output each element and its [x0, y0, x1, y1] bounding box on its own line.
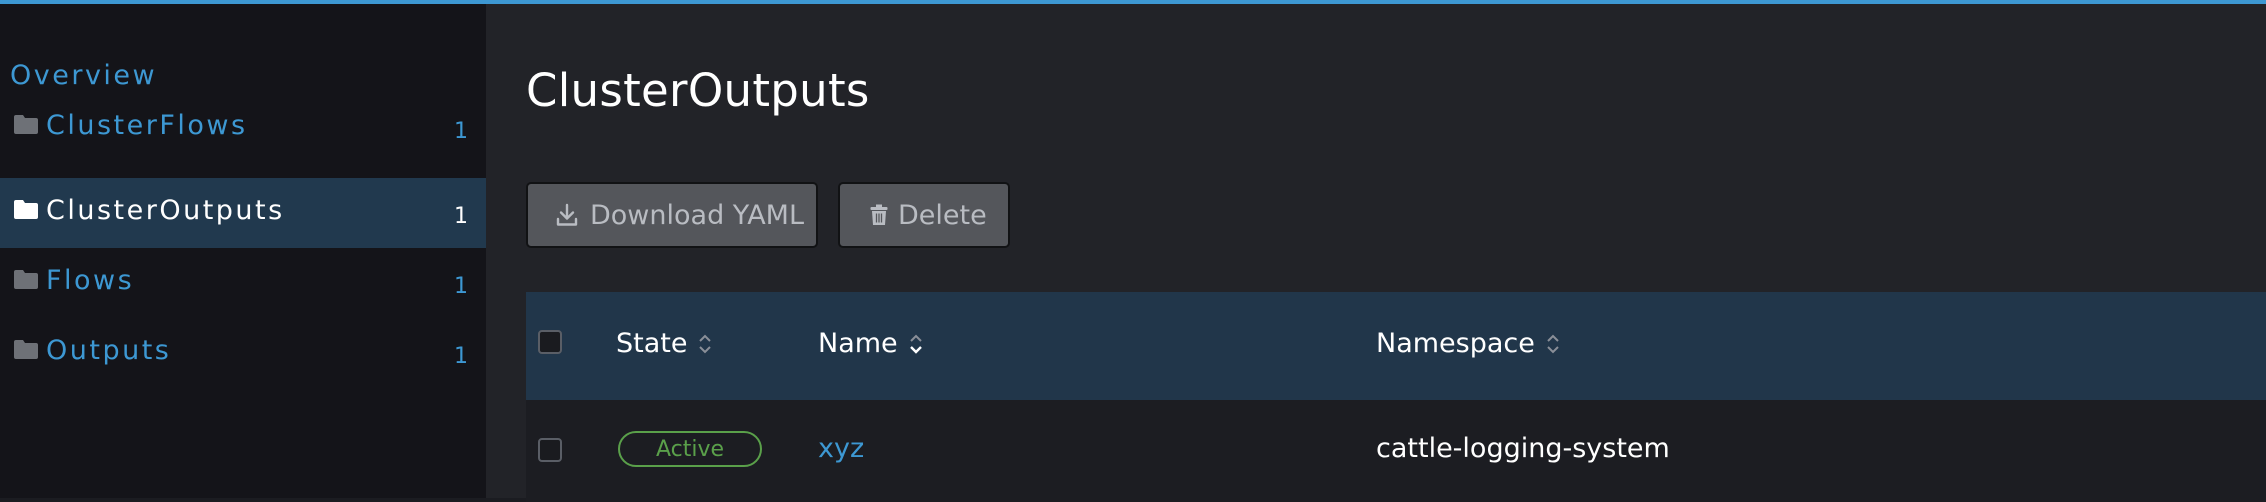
sidebar-item-count: 1 — [454, 344, 468, 369]
table-row: Active xyz cattle-logging-system — [526, 400, 2266, 502]
column-header-namespace[interactable]: Namespace — [1376, 328, 1561, 359]
sidebar-item-label: Outputs — [46, 335, 172, 366]
trash-icon — [870, 204, 888, 225]
delete-button[interactable]: Delete — [838, 182, 1010, 248]
sort-icon — [699, 334, 712, 353]
column-header-label: State — [616, 328, 688, 359]
column-header-label: Name — [818, 328, 898, 359]
download-yaml-button[interactable]: Download YAML — [526, 182, 818, 248]
column-header-label: Namespace — [1376, 328, 1535, 359]
sidebar-item-count: 1 — [454, 274, 468, 299]
sidebar-item-count: 1 — [454, 119, 468, 144]
sidebar-item-flows[interactable]: Flows 1 — [0, 248, 486, 318]
download-icon — [556, 203, 578, 226]
page-title: ClusterOutputs — [526, 64, 870, 117]
sidebar-item-label: ClusterFlows — [46, 110, 248, 141]
column-header-state[interactable]: State — [616, 328, 713, 359]
sidebar: Overview ClusterFlows 1 ClusterOutputs 1… — [0, 4, 486, 498]
status-badge: Active — [618, 431, 762, 467]
main-content: ClusterOutputs Download YAML Delete Stat… — [486, 4, 2266, 502]
select-all-checkbox[interactable] — [538, 330, 562, 354]
folder-icon — [14, 270, 38, 289]
download-yaml-label: Download YAML — [590, 199, 804, 231]
delete-label: Delete — [898, 199, 987, 231]
sort-icon — [909, 334, 922, 354]
sidebar-item-count: 1 — [454, 204, 468, 229]
sort-icon — [1547, 334, 1559, 353]
folder-icon — [14, 340, 38, 359]
sidebar-item-outputs[interactable]: Outputs 1 — [0, 318, 486, 388]
column-header-name[interactable]: Name — [818, 328, 924, 359]
sidebar-item-label: ClusterOutputs — [46, 195, 285, 226]
namespace-cell: cattle-logging-system — [1376, 433, 1670, 464]
sidebar-item-clusteroutputs[interactable]: ClusterOutputs 1 — [0, 178, 486, 248]
sidebar-item-overview[interactable]: Overview — [10, 60, 157, 91]
table-header: State Name Namespace — [526, 292, 2266, 400]
resource-name-link[interactable]: xyz — [818, 433, 864, 464]
row-checkbox[interactable] — [538, 438, 562, 462]
folder-icon — [14, 115, 38, 134]
sidebar-item-clusterflows[interactable]: ClusterFlows 1 — [0, 93, 486, 163]
folder-icon — [14, 200, 38, 219]
sidebar-item-label: Flows — [46, 265, 135, 296]
